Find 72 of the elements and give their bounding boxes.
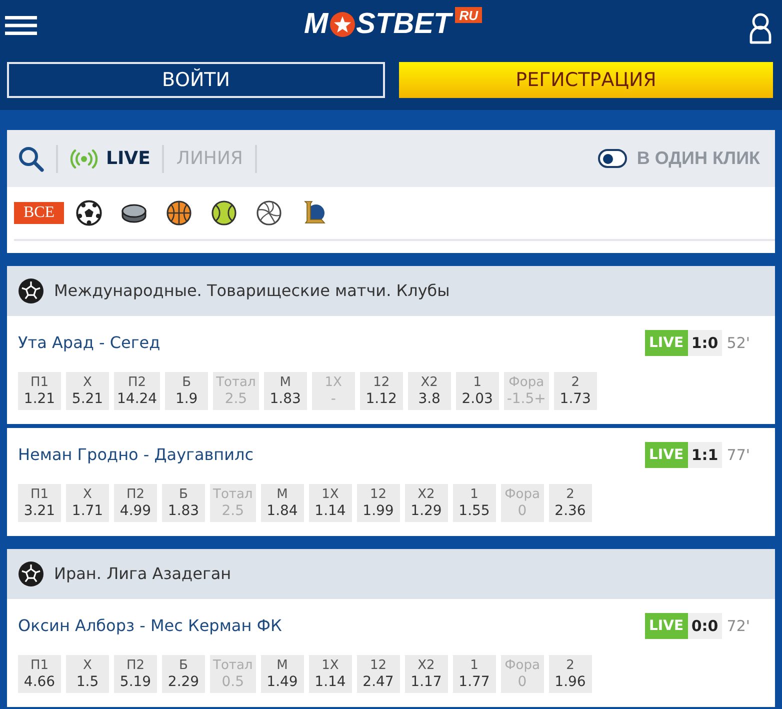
menu-button[interactable]: [5, 16, 37, 34]
odds-button[interactable]: П2 14.24: [114, 372, 160, 410]
live-badge: LIVE: [644, 442, 688, 468]
profile-button[interactable]: [748, 12, 772, 44]
all-sports-tab[interactable]: ВСЕ: [14, 202, 64, 224]
odds-button[interactable]: Х2 1.29: [404, 484, 448, 522]
odds-button[interactable]: 2 1.73: [554, 372, 597, 410]
volleyball-icon: [256, 200, 282, 226]
odds-button[interactable]: П2 4.99: [114, 484, 157, 522]
match-minute: 77': [726, 444, 750, 466]
odds-button[interactable]: Х2 1.17: [404, 655, 448, 693]
logo-badge: RU: [455, 6, 482, 22]
menu-icon: [5, 16, 37, 34]
mode-tab[interactable]: LIVE: [70, 148, 150, 168]
star-circle-icon: [330, 12, 356, 36]
live-badge: LIVE: [644, 613, 688, 639]
one-click-label: В ОДИН КЛИК: [636, 147, 760, 170]
register-button[interactable]: РЕГИСТРАЦИЯ: [399, 62, 773, 98]
search-button[interactable]: [18, 146, 44, 172]
odds-button[interactable]: П2 5.19: [114, 655, 157, 693]
league-title: Иран. Лига Азадеган: [54, 563, 232, 585]
live-badge: LIVE: [644, 330, 688, 356]
soccer-ball-icon: [76, 200, 102, 226]
odds-button[interactable]: П1 3.21: [18, 484, 61, 522]
search-icon: [18, 146, 44, 172]
odds-button[interactable]: 1Х 1.14: [308, 655, 352, 693]
odds-button[interactable]: Х 5.21: [66, 372, 109, 410]
match-score: 1:0: [688, 330, 722, 356]
odds-button[interactable]: Х2 3.8: [408, 372, 451, 410]
sport-filter-button[interactable]: [256, 200, 282, 226]
login-button[interactable]: ВОЙТИ: [7, 62, 385, 98]
soccer-ball-icon: [18, 561, 44, 587]
odds-button[interactable]: Б 1.83: [162, 484, 205, 522]
odds-button[interactable]: 2 1.96: [548, 655, 592, 693]
odds-button[interactable]: 2 2.36: [548, 484, 592, 522]
match-minute: 52': [726, 332, 750, 354]
user-icon: [748, 12, 772, 44]
odds-button[interactable]: Х 1.71: [66, 484, 109, 522]
odds-button[interactable]: 12 1.99: [356, 484, 400, 522]
odds-button[interactable]: 1 1.77: [452, 655, 496, 693]
league-title: Международные. Товарищеские матчи. Клубы: [54, 280, 450, 302]
match-score: 1:1: [688, 442, 722, 468]
match-teams-link[interactable]: Неман Гродно - Даугавпилс: [18, 443, 254, 467]
odds-button[interactable]: 12 2.47: [356, 655, 400, 693]
odds-button[interactable]: М 1.49: [260, 655, 304, 693]
odds-button[interactable]: 1Х 1.14: [308, 484, 352, 522]
odds-button[interactable]: 1 2.03: [456, 372, 499, 410]
logo-text: M: [304, 10, 328, 38]
sport-filter-button[interactable]: [76, 200, 102, 226]
odds-button[interactable]: Б 2.29: [162, 655, 205, 693]
odds-button[interactable]: Х 1.5: [66, 655, 109, 693]
odds-button[interactable]: П1 1.21: [18, 372, 61, 410]
soccer-ball-icon: [18, 278, 44, 304]
odds-button[interactable]: 1 1.55: [452, 484, 496, 522]
odds-button[interactable]: П1 4.66: [18, 655, 61, 693]
logo-text: STBET: [356, 10, 452, 38]
match-teams-link[interactable]: Ута Арад - Сегед: [18, 331, 160, 355]
basketball-icon: [166, 200, 192, 226]
sport-filter-button[interactable]: [301, 200, 327, 226]
odds-button[interactable]: 12 1.12: [360, 372, 403, 410]
sport-filter-button[interactable]: [211, 200, 237, 226]
emblem-icon: [301, 200, 327, 226]
sport-filter-button[interactable]: [166, 200, 192, 226]
broadcast-icon: [70, 148, 98, 168]
match-teams-link[interactable]: Оксин Алборз - Мес Керман ФК: [18, 614, 282, 638]
match-minute: 72': [726, 616, 750, 637]
odds-button[interactable]: М 1.84: [260, 484, 304, 522]
odds-button[interactable]: М 1.83: [264, 372, 307, 410]
toggle-switch[interactable]: [598, 149, 627, 168]
match-score: 0:0: [688, 613, 722, 639]
tennis-ball-icon: [211, 200, 237, 226]
odds-button[interactable]: Б 1.9: [165, 372, 208, 410]
